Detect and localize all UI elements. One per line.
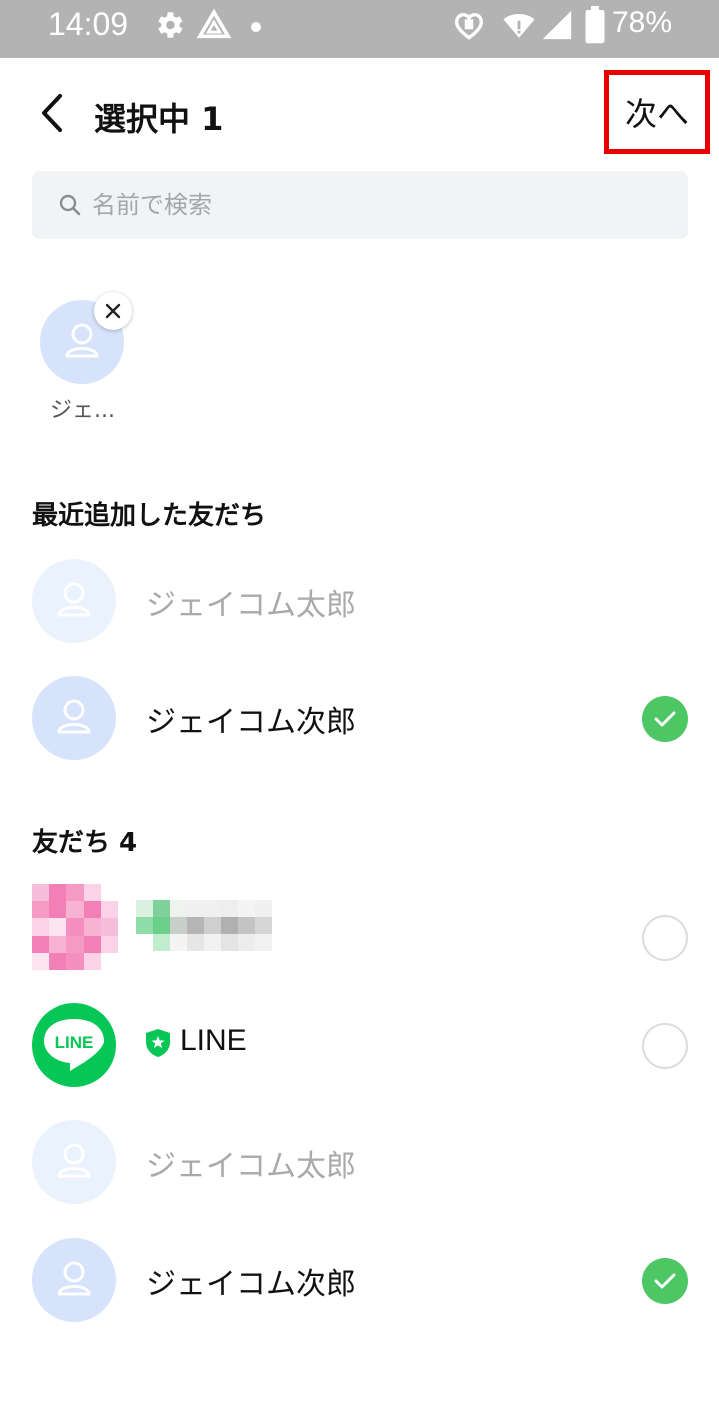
person-icon	[57, 582, 91, 617]
checkbox-checked[interactable]	[642, 696, 688, 742]
checkbox-checked[interactable]	[642, 1258, 688, 1304]
cell-signal-icon	[540, 8, 574, 46]
friend-name: ジェイコム太郎	[146, 588, 356, 623]
chevron-left-icon	[42, 94, 62, 132]
list-item[interactable]	[0, 882, 719, 992]
friend-name: LINE	[180, 1024, 247, 1057]
status-bar: 14:09 78%	[0, 0, 719, 58]
battery-icon	[584, 6, 606, 48]
next-button-label: 次へ	[624, 95, 689, 133]
drive-icon	[196, 8, 232, 46]
close-icon	[105, 303, 121, 319]
person-icon	[57, 1143, 91, 1178]
selected-friend-name: ジェ...	[50, 398, 115, 423]
battery-percent: 78%	[612, 6, 673, 39]
search-icon	[58, 193, 82, 217]
official-badge-icon	[144, 1028, 172, 1058]
friend-name-pixelated	[136, 900, 272, 951]
line-logo: LINE	[32, 1003, 116, 1087]
avatar	[32, 676, 116, 760]
status-time: 14:09	[48, 6, 129, 42]
person-icon	[57, 699, 91, 734]
selected-friend-chip: ジェ...	[40, 292, 132, 423]
checkbox-unchecked[interactable]	[642, 1023, 688, 1069]
avatar-pixelated	[32, 884, 118, 970]
friend-name: ジェイコム次郎	[146, 705, 356, 740]
avatar	[32, 1238, 116, 1322]
wifi-icon	[500, 8, 538, 46]
avatar	[32, 559, 116, 643]
heart-lock-icon	[452, 8, 486, 46]
search-input[interactable]	[92, 171, 672, 239]
page-title: 選択中 1	[94, 100, 224, 138]
friend-name: ジェイコム次郎	[146, 1267, 356, 1302]
avatar	[32, 1120, 116, 1204]
list-item[interactable]: LINE LINE	[0, 990, 719, 1100]
friend-name: ジェイコム太郎	[146, 1149, 356, 1184]
check-icon	[654, 1273, 676, 1289]
section-title-friends: 友だち 4	[32, 828, 138, 858]
dot-icon	[250, 18, 262, 37]
header: 選択中 1 次へ	[0, 58, 719, 168]
check-icon	[654, 711, 676, 727]
list-item: ジェイコム太郎	[0, 1107, 719, 1217]
back-button[interactable]	[32, 88, 72, 138]
remove-selection-button[interactable]	[94, 292, 132, 330]
list-item[interactable]: ジェイコム次郎	[0, 663, 719, 773]
list-item[interactable]: ジェイコム次郎	[0, 1225, 719, 1335]
gear-icon	[152, 8, 186, 46]
list-item: ジェイコム太郎	[0, 546, 719, 656]
search-bar[interactable]	[32, 171, 688, 239]
line-logo-text: LINE	[55, 1033, 94, 1052]
next-button[interactable]: 次へ	[604, 70, 710, 154]
checkbox-unchecked[interactable]	[642, 915, 688, 961]
section-title-recent: 最近追加した友だち	[32, 501, 267, 531]
person-icon	[57, 1261, 91, 1296]
